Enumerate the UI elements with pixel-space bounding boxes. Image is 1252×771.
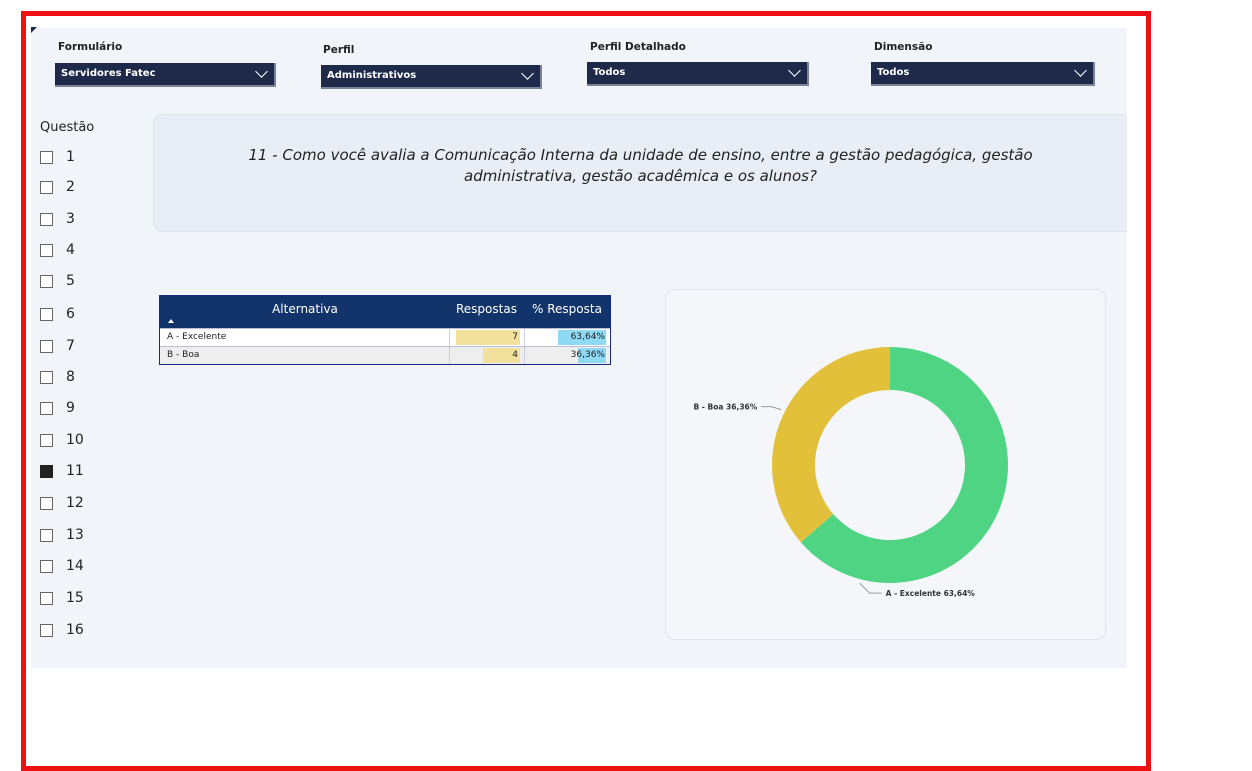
data-label: B - Boa 36,36% bbox=[693, 403, 757, 412]
donut-slice[interactable] bbox=[772, 347, 890, 543]
donut-chart-card: A - Excelente 63,64% B - Boa 36,36% bbox=[665, 289, 1106, 640]
column-header-percent[interactable]: % Resposta bbox=[532, 302, 602, 316]
label-leader-line bbox=[761, 406, 782, 411]
chevron-down-icon bbox=[521, 67, 534, 80]
filter-label: Dimensão bbox=[874, 41, 933, 53]
question-option-label: 7 bbox=[66, 338, 75, 354]
percent-cell: 36,36% bbox=[570, 350, 605, 360]
checkbox[interactable] bbox=[40, 434, 53, 447]
column-divider bbox=[449, 347, 450, 364]
question-option-label: 3 bbox=[66, 211, 75, 227]
question-option-label: 9 bbox=[66, 400, 75, 416]
question-option-label: 1 bbox=[66, 149, 75, 165]
checkbox[interactable] bbox=[40, 592, 53, 605]
question-option-label: 11 bbox=[66, 463, 84, 479]
filter-label: Formulário bbox=[58, 41, 123, 53]
column-header-respostas[interactable]: Respostas bbox=[456, 302, 517, 316]
alternativa-cell: B - Boa bbox=[167, 350, 200, 360]
question-option-label: 8 bbox=[66, 369, 75, 385]
respostas-cell: 4 bbox=[512, 350, 518, 360]
checkbox[interactable] bbox=[40, 275, 53, 288]
checkbox[interactable] bbox=[40, 529, 53, 542]
checkbox[interactable] bbox=[40, 624, 53, 637]
dropdown-value: Todos bbox=[593, 67, 626, 78]
dropdown-value: Servidores Fatec bbox=[61, 68, 156, 79]
checkbox[interactable] bbox=[40, 151, 53, 164]
checkbox[interactable] bbox=[40, 402, 53, 415]
chevron-down-icon bbox=[255, 65, 268, 78]
question-option-label: 14 bbox=[66, 558, 84, 574]
table-body: A - Excelente 7 63,64% B - Boa 4 36,36% bbox=[160, 328, 610, 364]
corner-marker bbox=[31, 27, 37, 33]
question-option-label: 4 bbox=[66, 242, 75, 258]
responses-table: Alternativa Respostas % Resposta A - Exc… bbox=[159, 295, 611, 365]
question-option-label: 10 bbox=[66, 432, 84, 448]
question-option-label: 6 bbox=[66, 306, 75, 322]
perfil-detalhado-dropdown[interactable]: Todos bbox=[587, 62, 809, 86]
dimensao-dropdown[interactable]: Todos bbox=[871, 62, 1095, 86]
table-header: Alternativa Respostas % Resposta bbox=[160, 296, 610, 328]
sort-ascending-icon[interactable] bbox=[168, 319, 174, 323]
checkbox[interactable] bbox=[40, 213, 53, 226]
column-header-alternativa[interactable]: Alternativa bbox=[160, 302, 450, 316]
question-slicer-title: Questão bbox=[40, 120, 95, 135]
question-option-label: 2 bbox=[66, 179, 75, 195]
alternativa-cell: A - Excelente bbox=[167, 332, 227, 342]
checkbox[interactable] bbox=[40, 244, 53, 257]
checkbox[interactable] bbox=[40, 560, 53, 573]
checkbox[interactable] bbox=[40, 371, 53, 384]
checkbox[interactable] bbox=[40, 465, 53, 478]
column-divider bbox=[449, 329, 450, 346]
question-option-label: 15 bbox=[66, 590, 84, 606]
dropdown-value: Todos bbox=[877, 67, 910, 78]
label-leader-line bbox=[859, 582, 882, 594]
perfil-dropdown[interactable]: Administrativos bbox=[321, 65, 542, 89]
checkbox[interactable] bbox=[40, 497, 53, 510]
question-option-label: 13 bbox=[66, 527, 84, 543]
data-label: A - Excelente 63,64% bbox=[886, 589, 976, 598]
question-option-label: 16 bbox=[66, 622, 84, 638]
donut-chart: A - Excelente 63,64% B - Boa 36,36% bbox=[693, 347, 1008, 598]
checkbox[interactable] bbox=[40, 340, 53, 353]
dropdown-value: Administrativos bbox=[327, 70, 417, 81]
column-divider bbox=[524, 329, 525, 346]
chevron-down-icon bbox=[788, 64, 801, 77]
checkbox[interactable] bbox=[40, 181, 53, 194]
chevron-down-icon bbox=[1074, 64, 1087, 77]
formulario-dropdown[interactable]: Servidores Fatec bbox=[55, 63, 276, 87]
table-row[interactable]: A - Excelente 7 63,64% bbox=[160, 328, 610, 346]
question-option-label: 12 bbox=[66, 495, 84, 511]
question-card: 11 - Como você avalia a Comunicação Inte… bbox=[153, 114, 1127, 232]
question-text: 11 - Como você avalia a Comunicação Inte… bbox=[248, 146, 1033, 185]
column-divider bbox=[524, 347, 525, 364]
checkbox[interactable] bbox=[40, 308, 53, 321]
filter-label: Perfil bbox=[323, 44, 355, 56]
table-row[interactable]: B - Boa 4 36,36% bbox=[160, 346, 610, 364]
question-option-label: 5 bbox=[66, 273, 75, 289]
percent-cell: 63,64% bbox=[570, 332, 605, 342]
filter-label: Perfil Detalhado bbox=[590, 41, 686, 53]
respostas-cell: 7 bbox=[512, 332, 518, 342]
